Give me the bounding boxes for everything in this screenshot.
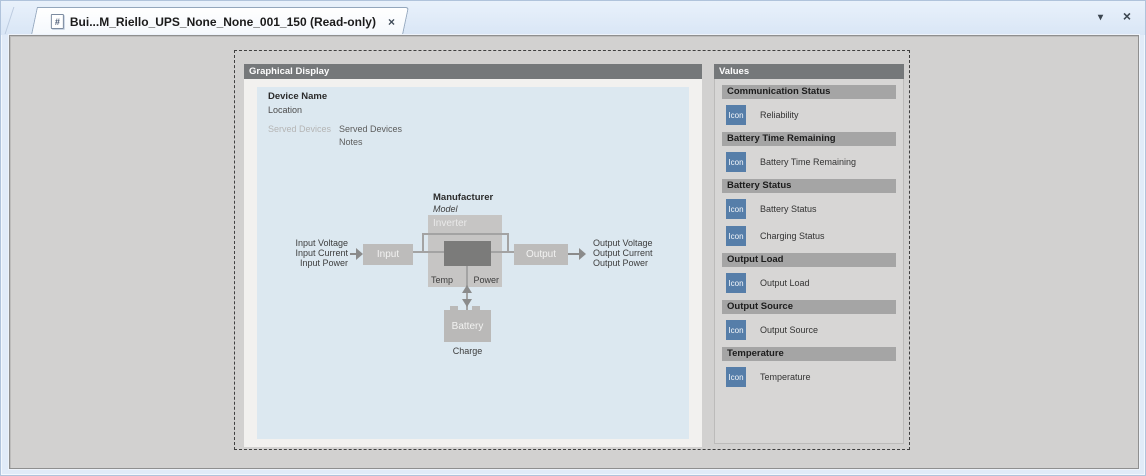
value-row[interactable]: Icon Battery Time Remaining — [726, 152, 896, 172]
section-battery-time-remaining: Battery Time Remaining Icon Battery Time… — [722, 132, 896, 172]
tab-close-icon[interactable]: × — [388, 16, 395, 28]
section-header: Battery Time Remaining — [722, 132, 896, 146]
section-communication-status: Communication Status Icon Reliability — [722, 85, 896, 125]
value-icon[interactable]: Icon — [726, 320, 746, 340]
output-voltage-label: Output Voltage — [593, 238, 653, 248]
value-row[interactable]: Icon Reliability — [726, 105, 896, 125]
section-header: Output Load — [722, 253, 896, 267]
output-arrow-icon — [579, 248, 586, 260]
input-voltage-label: Input Voltage — [295, 238, 348, 248]
section-header: Temperature — [722, 347, 896, 361]
values-header: Values — [714, 64, 904, 79]
input-measurements: Input Voltage Input Current Input Power — [295, 238, 348, 268]
input-current-label: Input Current — [295, 248, 348, 258]
values-panel[interactable]: Values Communication Status Icon Reliabi… — [714, 64, 904, 444]
values-body: Communication Status Icon Reliability Ba… — [715, 79, 903, 400]
section-header: Communication Status — [722, 85, 896, 99]
section-output-source: Output Source Icon Output Source — [722, 300, 896, 340]
value-label: Battery Time Remaining — [760, 157, 856, 167]
diagram-background: Device Name Location Served Devices Serv… — [257, 87, 689, 439]
arrow-up-icon — [462, 285, 472, 293]
editor-window: # Bui...M_Riello_UPS_None_None_001_150 (… — [0, 0, 1146, 476]
graphical-display-panel[interactable]: Graphical Display Device Name Location S… — [244, 64, 702, 447]
power-label: Power — [473, 275, 499, 285]
value-label: Battery Status — [760, 204, 817, 214]
ups-diagram: Manufacturer Model Inverter Temp Power I… — [257, 87, 689, 439]
manufacturer-label: Manufacturer — [433, 192, 493, 203]
value-row[interactable]: Icon Battery Status — [726, 199, 896, 219]
section-output-load: Output Load Icon Output Load — [722, 253, 896, 293]
battery-terminal — [450, 306, 458, 311]
battery-box[interactable]: Battery — [444, 310, 491, 342]
section-header: Battery Status — [722, 179, 896, 193]
graphical-display-header: Graphical Display — [244, 64, 702, 79]
inverter-core-box[interactable] — [444, 241, 491, 266]
tab-well-edge — [5, 7, 28, 34]
tab-strip: # Bui...M_Riello_UPS_None_None_001_150 (… — [1, 1, 1145, 35]
tab-title: Bui...M_Riello_UPS_None_None_001_150 (Re… — [70, 15, 376, 29]
value-label: Reliability — [760, 110, 799, 120]
output-box[interactable]: Output — [514, 244, 568, 265]
value-label: Output Source — [760, 325, 818, 335]
document-icon: # — [51, 14, 64, 29]
value-row[interactable]: Icon Output Load — [726, 273, 896, 293]
charge-label: Charge — [444, 346, 491, 356]
value-icon[interactable]: Icon — [726, 199, 746, 219]
value-label: Temperature — [760, 372, 811, 382]
output-measurements: Output Voltage Output Current Output Pow… — [593, 238, 653, 268]
value-icon[interactable]: Icon — [726, 105, 746, 125]
value-icon[interactable]: Icon — [726, 273, 746, 293]
document-tab[interactable]: # Bui...M_Riello_UPS_None_None_001_150 (… — [31, 7, 409, 35]
design-canvas[interactable]: Graphical Display Device Name Location S… — [9, 35, 1139, 469]
output-power-label: Output Power — [593, 258, 653, 268]
value-icon[interactable]: Icon — [726, 152, 746, 172]
value-row[interactable]: Icon Charging Status — [726, 226, 896, 246]
window-close-icon[interactable]: × — [1123, 8, 1131, 24]
section-header: Output Source — [722, 300, 896, 314]
tab-list-dropdown-icon[interactable]: ▾ — [1098, 12, 1103, 23]
value-label: Output Load — [760, 278, 810, 288]
value-icon[interactable]: Icon — [726, 226, 746, 246]
output-current-label: Output Current — [593, 248, 653, 258]
value-row[interactable]: Icon Temperature — [726, 367, 896, 387]
input-power-label: Input Power — [295, 258, 348, 268]
battery-terminal — [472, 306, 480, 311]
value-row[interactable]: Icon Output Source — [726, 320, 896, 340]
temp-label: Temp — [431, 275, 453, 285]
input-box[interactable]: Input — [363, 244, 413, 265]
arrow-down-icon — [462, 299, 472, 307]
model-label: Model — [433, 204, 458, 214]
inverter-label: Inverter — [433, 218, 467, 229]
value-label: Charging Status — [760, 231, 825, 241]
input-arrow-icon — [356, 248, 363, 260]
value-icon[interactable]: Icon — [726, 367, 746, 387]
section-temperature: Temperature Icon Temperature — [722, 347, 896, 387]
section-battery-status: Battery Status Icon Battery Status Icon … — [722, 179, 896, 246]
